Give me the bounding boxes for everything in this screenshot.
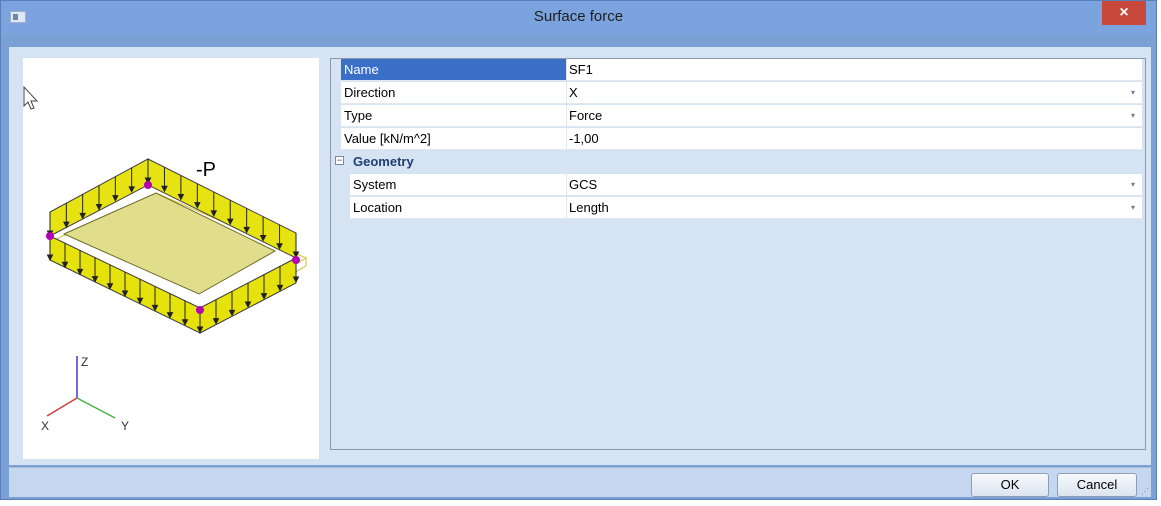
y-axis (76, 397, 116, 419)
geometry-group-header[interactable]: − Geometry (331, 151, 1141, 173)
property-value-text: Length (569, 200, 609, 215)
property-row[interactable]: System GCS ▾ (350, 174, 1142, 197)
ok-button[interactable]: OK (971, 473, 1049, 497)
dialog-body: -P Z X Y Name SF1 Direction X ▾ Type Force ▾ Val… (9, 47, 1151, 465)
property-value[interactable]: X ▾ (566, 82, 1142, 104)
x-axis-label: X (41, 419, 49, 433)
node-point (46, 232, 54, 240)
property-value-text: SF1 (569, 62, 593, 77)
property-value-text: GCS (569, 177, 598, 192)
dialog-footer: OK Cancel ⋰ (9, 467, 1151, 497)
title-bar[interactable]: Surface force × (1, 1, 1156, 34)
property-row[interactable]: Type Force ▾ (341, 105, 1142, 128)
property-value[interactable]: GCS ▾ (566, 174, 1142, 196)
property-row[interactable]: Value [kN/m^2] -1,00 (341, 128, 1142, 151)
property-value[interactable]: Force ▾ (566, 105, 1142, 127)
property-name: Direction (341, 82, 566, 104)
node-point (144, 181, 152, 189)
dropdown-arrow-icon[interactable]: ▾ (1126, 201, 1140, 215)
property-grid: Name SF1 Direction X ▾ Type Force ▾ Value [kN/m^… (330, 58, 1146, 450)
property-value[interactable]: -1,00 (566, 128, 1142, 150)
node-point (292, 256, 300, 264)
dropdown-arrow-icon[interactable]: ▾ (1126, 86, 1140, 100)
mouse-cursor-icon (23, 85, 39, 110)
property-row[interactable]: Direction X ▾ (341, 82, 1142, 105)
property-value[interactable]: SF1 (566, 59, 1142, 81)
property-name: Location (350, 197, 566, 219)
geometry-group-label: Geometry (353, 154, 414, 169)
resize-grip-icon[interactable]: ⋰ (1141, 487, 1149, 496)
property-row[interactable]: Location Length ▾ (350, 197, 1142, 220)
surface-force-dialog: Surface force × -P Z X Y Name SF1 Direct… (0, 0, 1157, 500)
collapse-toggle-icon[interactable]: − (335, 156, 344, 165)
close-button[interactable]: × (1102, 1, 1146, 25)
node-point (196, 306, 204, 314)
load-preview-panel: -P Z X Y (23, 58, 319, 459)
property-name: Value [kN/m^2] (341, 128, 566, 150)
property-name: System (350, 174, 566, 196)
property-value[interactable]: Length ▾ (566, 197, 1142, 219)
load-label: -P (196, 159, 216, 181)
y-axis-label: Y (121, 419, 129, 433)
surface-load-diagram: -P Z X Y (23, 85, 308, 433)
property-value-text: Force (569, 108, 603, 123)
dialog-title: Surface force (533, 8, 624, 25)
z-axis-label: Z (81, 355, 88, 369)
cancel-button[interactable]: Cancel (1057, 473, 1137, 497)
property-name: Type (341, 105, 566, 127)
dropdown-arrow-icon[interactable]: ▾ (1126, 178, 1140, 192)
property-row[interactable]: Name SF1 (341, 59, 1142, 82)
dropdown-arrow-icon[interactable]: ▾ (1126, 109, 1140, 123)
property-value-text: -1,00 (569, 131, 599, 146)
property-value-text: X (569, 85, 578, 100)
x-axis (46, 397, 78, 417)
property-name: Name (341, 59, 566, 81)
